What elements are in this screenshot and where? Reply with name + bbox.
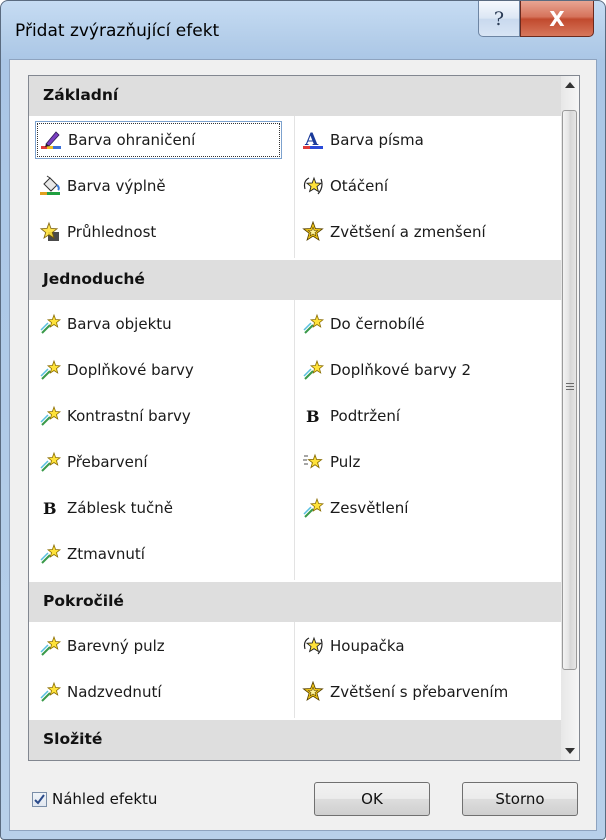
dialog-title: Přidat zvýrazňující efekt [15, 21, 220, 41]
effect-item[interactable]: Nadzvednutí [39, 676, 162, 708]
effect-item-label: Barva objektu [67, 315, 172, 333]
star-wand-icon [39, 681, 61, 703]
effect-item[interactable]: Doplňkové barvy [39, 354, 194, 386]
star-wand-icon [39, 359, 61, 381]
effect-item[interactable]: Otáčení [302, 170, 388, 202]
title-bar[interactable]: Přidat zvýrazňující efekt ? X [1, 1, 605, 59]
star-wand-icon [39, 313, 61, 335]
grow-shrink-star-icon [302, 681, 324, 703]
arrow-down-icon [565, 748, 575, 754]
ok-button[interactable]: OK [314, 782, 430, 816]
effect-item[interactable]: Barva ohraničení [35, 121, 282, 159]
effect-item-label: Barevný pulz [67, 637, 165, 655]
effect-item[interactable]: Zvětšení s přebarvením [302, 676, 508, 708]
effect-item-label: Pulz [330, 453, 361, 471]
svg-text:B: B [306, 407, 320, 426]
grow-shrink-star-icon [302, 221, 324, 243]
effects-list[interactable]: Základní Barva ohraničení A Barva písma Barv… [28, 75, 580, 761]
effect-item-label: Nadzvednutí [67, 683, 162, 701]
bold-b-icon: B [302, 405, 324, 427]
group-header: Základní [29, 76, 561, 116]
group-header: Pokročilé [29, 582, 561, 622]
effect-item-label: Kontrastní barvy [67, 407, 191, 425]
effect-item[interactable]: Barevný pulz [39, 630, 165, 662]
star-wand-icon [39, 543, 61, 565]
effect-item[interactable]: A Barva písma [302, 124, 424, 156]
fill-bucket-icon [39, 175, 61, 197]
vertical-scrollbar[interactable] [561, 76, 579, 760]
spin-star-icon [302, 175, 324, 197]
cancel-button[interactable]: Storno [462, 782, 578, 816]
effect-item-label: Barva výplně [67, 177, 166, 195]
effect-item-label: Doplňkové barvy [67, 361, 194, 379]
star-wand-icon [302, 313, 324, 335]
preview-effect-checkbox[interactable] [32, 791, 47, 807]
transparency-star-icon [39, 221, 61, 243]
close-icon: X [549, 6, 565, 31]
arrow-up-icon [565, 82, 575, 88]
effect-item[interactable]: Doplňkové barvy 2 [302, 354, 471, 386]
effect-item[interactable]: Ztmavnutí [39, 538, 145, 570]
group-header-label: Základní [43, 86, 119, 104]
effects-list-content: Základní Barva ohraničení A Barva písma Barv… [29, 76, 561, 760]
effect-item-label: Houpačka [330, 637, 405, 655]
help-button[interactable]: ? [478, 1, 520, 37]
bold-b-icon: B [39, 497, 61, 519]
star-wand-icon [302, 497, 324, 519]
effect-item-label: Ztmavnutí [67, 545, 145, 563]
effect-item[interactable]: B Záblesk tučně [39, 492, 173, 524]
effect-item[interactable]: B Podtržení [302, 400, 400, 432]
effect-item-label: Do černobílé [330, 315, 425, 333]
effect-item[interactable]: Houpačka [302, 630, 405, 662]
effect-item[interactable]: Barva výplně [39, 170, 166, 202]
preview-effect-row[interactable]: Náhled efektu [32, 790, 157, 808]
effect-item-label: Zvětšení s přebarvením [330, 683, 509, 701]
effect-item-label: Barva ohraničení [68, 131, 196, 149]
effect-item[interactable]: Zesvětlení [302, 492, 408, 524]
effect-item[interactable]: Kontrastní barvy [39, 400, 191, 432]
effect-item-label: Záblesk tučně [67, 499, 174, 517]
effect-item[interactable]: Barva objektu [39, 308, 172, 340]
effect-item[interactable]: Průhlednost [39, 216, 156, 248]
group-header: Jednoduché [29, 260, 561, 300]
spin-star-icon [302, 635, 324, 657]
group-header-label: Složité [43, 730, 103, 748]
effect-item-label: Doplňkové barvy 2 [330, 361, 472, 379]
star-wand-icon [302, 359, 324, 381]
star-wand-icon [39, 451, 61, 473]
checkmark-icon [34, 793, 45, 805]
font-color-icon: A [302, 129, 324, 151]
effect-item-label: Barva písma [330, 131, 424, 149]
effect-item-label: Průhlednost [67, 223, 157, 241]
group-header-label: Jednoduché [43, 270, 145, 288]
svg-text:B: B [43, 499, 57, 518]
effect-item-label: Otáčení [330, 177, 389, 195]
effect-item-label: Přebarvení [67, 453, 148, 471]
dialog-client-area: Základní Barva ohraničení A Barva písma Barv… [9, 59, 597, 831]
star-wand-icon [39, 405, 61, 427]
group-header: Složité [29, 720, 561, 760]
dialog-window: Přidat zvýrazňující efekt ? X Základní Ba… [0, 0, 606, 840]
star-wand-icon [39, 635, 61, 657]
help-icon: ? [493, 7, 505, 30]
pen-color-icon [40, 129, 62, 151]
effect-item-label: Zvětšení a zmenšení [330, 223, 486, 241]
effect-item-label: Podtržení [330, 407, 401, 425]
effect-item-label: Zesvětlení [330, 499, 409, 517]
effect-item[interactable]: Pulz [302, 446, 360, 478]
group-header-label: Pokročilé [43, 592, 124, 610]
pulse-star-icon [302, 451, 324, 473]
close-button[interactable]: X [520, 1, 594, 37]
effect-item[interactable]: Zvětšení a zmenšení [302, 216, 486, 248]
scroll-down-button[interactable] [561, 742, 579, 760]
effect-item[interactable]: Přebarvení [39, 446, 148, 478]
effect-item[interactable]: Do černobílé [302, 308, 425, 340]
preview-effect-label: Náhled efektu [52, 790, 158, 808]
scroll-up-button[interactable] [561, 76, 579, 94]
scroll-thumb[interactable] [562, 110, 577, 670]
